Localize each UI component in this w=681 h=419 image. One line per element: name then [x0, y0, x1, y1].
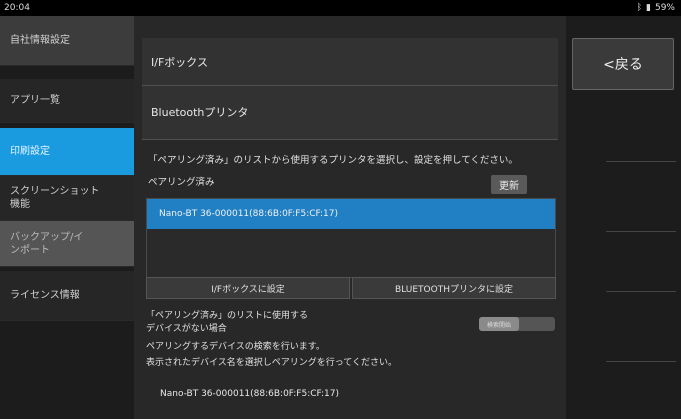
status-time: 20:04: [4, 3, 30, 13]
paired-device-list: Nano-BT 36-000011(88:6B:0F:F5:CF:17): [146, 198, 556, 278]
found-device[interactable]: Nano-BT 36-000011(88:6B:0F:F5:CF:17): [160, 389, 339, 399]
sidebar-item-label: スクリーンショット機能: [10, 186, 100, 210]
paired-label: ペアリング済み: [148, 177, 215, 188]
divider: [606, 231, 676, 232]
bluetooth-icon: ᛒ: [636, 3, 643, 13]
sidebar-item-label: アプリ一覧: [10, 95, 60, 106]
sidebar-item-print-settings[interactable]: 印刷設定: [0, 128, 134, 176]
divider: [606, 291, 676, 292]
desc-line: ペアリングするデバイスの検索を行います。: [146, 342, 325, 352]
sidebar: 自社情報設定 アプリ一覧 印刷設定 スクリーンショット機能 バックアップ/インポ…: [0, 16, 134, 419]
back-button[interactable]: <戻る: [572, 38, 674, 90]
sidebar-item-label: 印刷設定: [10, 146, 50, 157]
main-panel: I/Fボックス Bluetoothプリンタ 「ペアリング済み」のリストから使用す…: [134, 16, 566, 419]
set-if-box-button[interactable]: I/Fボックスに設定: [146, 277, 350, 299]
desc-line: 「ペアリング済み」のリストに使用する: [146, 311, 309, 321]
sidebar-item-label: ライセンス情報: [10, 290, 80, 301]
desc-line: 表示されたデバイス名を選択しペアリングを行ってください。: [146, 358, 398, 368]
battery-icon: ▮: [646, 3, 651, 13]
row-if-box[interactable]: I/Fボックス: [142, 38, 558, 86]
desc-line: デバイスがない場合: [146, 324, 227, 334]
sidebar-item-screenshot[interactable]: スクリーンショット機能: [0, 176, 134, 221]
sidebar-item-backup-import[interactable]: バックアップ/インポート: [0, 221, 134, 267]
sidebar-item-label: バックアップ/インポート: [10, 231, 84, 256]
battery-percent: 59%: [654, 3, 675, 13]
divider: [606, 161, 676, 162]
sidebar-item-company-info[interactable]: 自社情報設定: [0, 16, 134, 66]
list-item[interactable]: Nano-BT 36-000011(88:6B:0F:F5:CF:17): [147, 199, 555, 229]
sidebar-item-label: 自社情報設定: [10, 35, 70, 46]
right-panel: <戻る: [566, 16, 681, 419]
sidebar-item-app-list[interactable]: アプリ一覧: [0, 79, 134, 123]
divider: [606, 361, 676, 362]
status-indicators: ᛒ ▮ 59%: [637, 0, 675, 16]
sidebar-item-license[interactable]: ライセンス情報: [0, 271, 134, 321]
row-bluetooth-printer[interactable]: Bluetoothプリンタ: [142, 86, 558, 140]
set-bt-printer-button[interactable]: BLUETOOTHプリンタに設定: [352, 277, 556, 299]
instruction-text: 「ペアリング済み」のリストから使用するプリンタを選択し、設定を押してください。: [148, 155, 518, 166]
row-label: Bluetoothプリンタ: [151, 105, 249, 119]
row-label: I/Fボックス: [151, 55, 208, 69]
update-button[interactable]: 更新: [491, 175, 527, 194]
status-bar: 20:04 ᛒ ▮ 59%: [0, 0, 681, 16]
toggle-knob: 検索開始: [479, 317, 519, 331]
search-toggle[interactable]: 検索開始: [479, 317, 555, 331]
